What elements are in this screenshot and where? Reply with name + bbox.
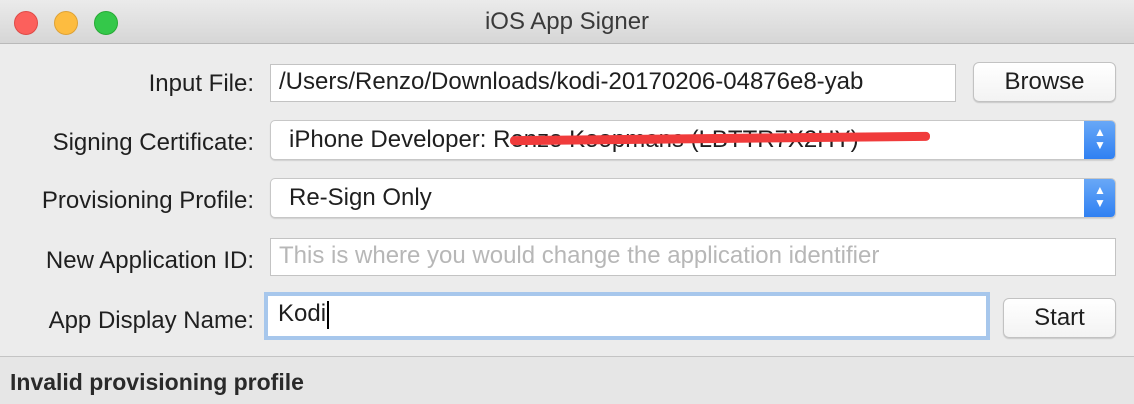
- provisioning-profile-label: Provisioning Profile:: [41, 187, 254, 214]
- browse-button[interactable]: Browse: [973, 62, 1116, 102]
- status-bar: Invalid provisioning profile: [0, 356, 1134, 404]
- text-caret: [327, 300, 330, 329]
- new-application-id-label: New Application ID:: [45, 247, 254, 274]
- input-file-label: Input File:: [148, 70, 254, 97]
- provisioning-profile-popup[interactable]: Re-Sign Only ▲ ▼: [270, 178, 1116, 218]
- app-display-name-label: App Display Name:: [48, 307, 254, 334]
- provisioning-profile-value: Re-Sign Only: [289, 184, 432, 211]
- signing-certificate-label: Signing Certificate:: [52, 129, 254, 156]
- app-display-name-field[interactable]: Kodi: [264, 292, 990, 340]
- popup-arrows-icon: ▲ ▼: [1084, 179, 1115, 217]
- status-message: Invalid provisioning profile: [10, 369, 304, 395]
- start-button[interactable]: Start: [1003, 298, 1116, 338]
- input-file-field[interactable]: /Users/Renzo/Downloads/kodi-20170206-048…: [270, 64, 956, 102]
- title-bar: iOS App Signer: [0, 0, 1134, 44]
- window-title: iOS App Signer: [484, 8, 650, 35]
- app-display-name-value: Kodi: [278, 300, 327, 327]
- popup-arrows-icon: ▲ ▼: [1084, 121, 1115, 159]
- new-application-id-field[interactable]: This is where you would change the appli…: [270, 238, 1116, 276]
